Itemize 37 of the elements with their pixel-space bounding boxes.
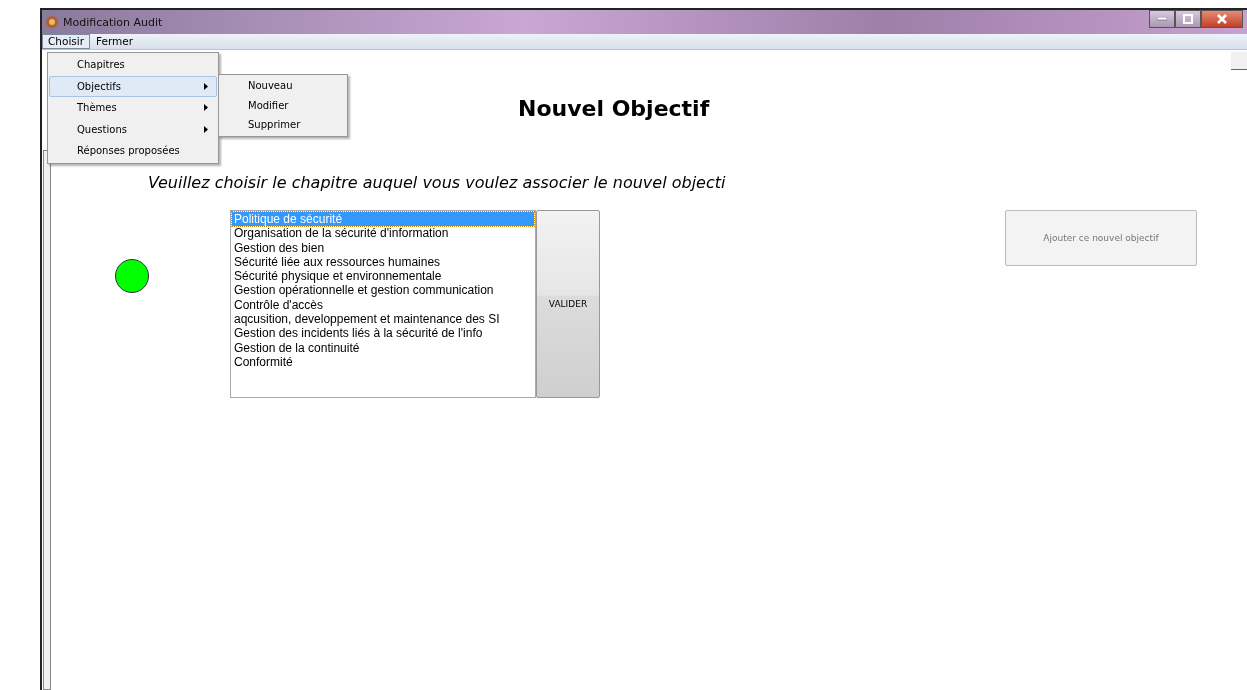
menu-bar-item[interactable]: Choisir	[42, 34, 91, 49]
list-item[interactable]: Organisation de la sécurité d'information	[232, 226, 534, 241]
window-title: Modification Audit	[63, 15, 164, 29]
menu-item[interactable]: Questions	[49, 118, 217, 140]
list-item[interactable]: Gestion de la continuité	[232, 340, 534, 355]
app-icon	[45, 15, 59, 29]
list-item[interactable]: Sécurité liée aux ressources humaines	[232, 254, 534, 270]
close-icon	[1217, 14, 1227, 24]
minimize-button[interactable]	[1149, 10, 1175, 28]
list-item[interactable]: Conformité	[232, 354, 534, 370]
close-button[interactable]	[1201, 10, 1243, 28]
menu-item[interactable]: Réponses proposées	[49, 140, 217, 162]
submenu-arrow-icon	[204, 104, 208, 112]
scrollbar[interactable]	[1231, 52, 1247, 70]
list-item[interactable]: Gestion des bien	[232, 240, 534, 255]
list-item[interactable]: Contrôle d'accès	[232, 297, 534, 313]
page-heading: Nouvel Objectif	[518, 96, 711, 121]
menu-item[interactable]: Modifier	[219, 95, 347, 115]
menu-item[interactable]: Supprimer	[219, 115, 347, 135]
chapter-list[interactable]	[230, 210, 536, 398]
validate-button[interactable]: VALIDER	[536, 210, 600, 398]
scrollbar[interactable]	[43, 150, 51, 690]
submenu-arrow-icon	[204, 82, 208, 90]
menu-item[interactable]: Nouveau	[219, 76, 347, 96]
list-item[interactable]: Gestion opérationnelle et gestion communication	[232, 283, 534, 298]
maximize-button[interactable]	[1175, 10, 1201, 28]
list-item[interactable]: aqcusition, developpement et maintenance des SI	[232, 312, 534, 327]
menu-item[interactable]: Objectifs	[49, 75, 217, 97]
instruction-text: Veuillez choisir le chapitre auquel vous voulez associer le nouvel objecti	[148, 173, 727, 192]
minimize-icon	[1157, 17, 1167, 21]
list-item[interactable]: Gestion des incidents liés à la sécurité de l'info	[232, 326, 534, 341]
menu-item[interactable]: Thèmes	[49, 97, 217, 119]
menu-bar-item[interactable]: Fermer	[90, 34, 140, 49]
maximize-icon	[1183, 14, 1193, 24]
menu-item[interactable]: Chapitres	[49, 54, 217, 76]
list-item[interactable]: Sécurité physique et environnementale	[232, 269, 534, 284]
submenu-arrow-icon	[204, 125, 208, 133]
